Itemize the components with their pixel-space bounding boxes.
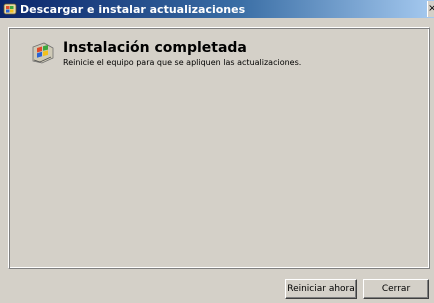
- windows-update-icon: [32, 42, 54, 64]
- status-panel: Instalación completada Reinicie el equip…: [8, 27, 430, 269]
- window-title: Descargar e instalar actualizaciones: [20, 2, 246, 16]
- windows-update-icon: [3, 3, 17, 15]
- close-window-button[interactable]: ×: [427, 1, 434, 17]
- title-bar[interactable]: Descargar e instalar actualizaciones ×: [0, 0, 434, 18]
- restart-now-button[interactable]: Reiniciar ahora: [285, 279, 357, 299]
- status-message: Reinicie el equipo para que se apliquen …: [63, 58, 302, 67]
- close-button[interactable]: Cerrar: [363, 279, 429, 299]
- status-heading: Instalación completada: [63, 40, 247, 56]
